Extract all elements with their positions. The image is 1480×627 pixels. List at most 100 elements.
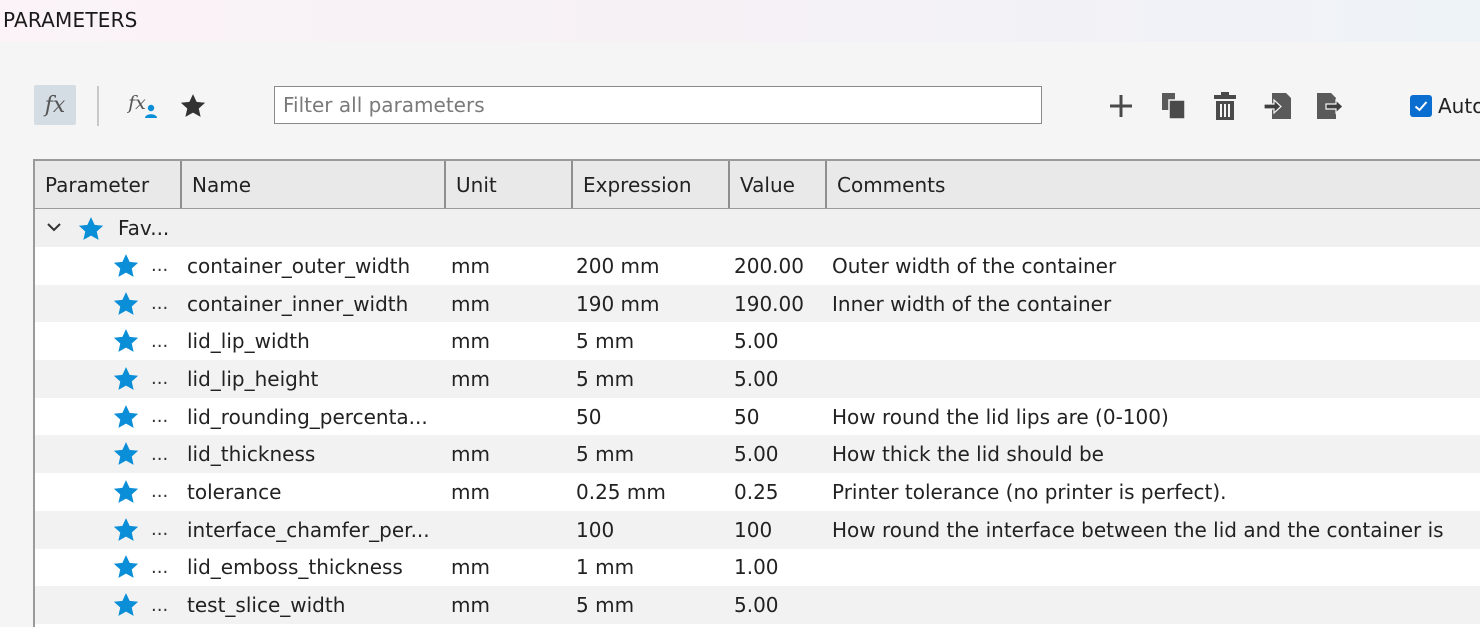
user-parameters-icon[interactable]: fx: [120, 86, 162, 126]
table-row[interactable]: ... container_outer_width mm 200 mm 200.00 Ou…: [35, 247, 1480, 285]
person-icon: [145, 104, 157, 118]
parameter-expression[interactable]: 100: [576, 511, 726, 549]
parameter-value: 190.00: [734, 291, 804, 316]
checkmark-icon: [1414, 101, 1428, 112]
table-row[interactable]: ... lid_thickness mm 5 mm 5.00 How thick the …: [35, 435, 1480, 474]
header-comments[interactable]: Comments: [827, 161, 1480, 208]
auto-checkbox[interactable]: [1410, 95, 1432, 117]
auto-label: Auto: [1438, 94, 1480, 118]
parameter-value: 5.00: [734, 593, 779, 618]
parameter-expression[interactable]: 200 mm: [576, 247, 726, 285]
favorites-group-row[interactable]: Fav...: [35, 209, 1480, 247]
parameter-name: test_slice_width: [187, 593, 346, 618]
header-value-label: Value: [740, 172, 795, 197]
parameter-expression[interactable]: 0.25 mm: [576, 473, 726, 511]
header-unit[interactable]: Unit: [446, 161, 573, 208]
parameter-comment[interactable]: How round the interface between the lid …: [832, 511, 1472, 549]
title-bar: PARAMETERS: [0, 0, 1480, 42]
filter-parameters-input[interactable]: [274, 86, 1042, 124]
group-label: Fav...: [118, 216, 170, 240]
row-menu-dots[interactable]: ...: [151, 322, 171, 360]
parameter-comment[interactable]: [832, 360, 1472, 398]
favorite-star-icon[interactable]: [109, 360, 143, 398]
parameter-value: 5.00: [734, 442, 779, 467]
parameter-name: container_outer_width: [187, 253, 411, 278]
toolbar-separator: [97, 86, 99, 126]
parameter-value: 5.00: [734, 366, 779, 391]
favorite-star-icon[interactable]: [109, 247, 143, 285]
delete-icon[interactable]: [1205, 86, 1245, 126]
parameter-name: interface_chamfer_per...: [187, 517, 430, 542]
header-parameter[interactable]: Parameter: [35, 161, 182, 208]
favorite-star-icon[interactable]: [109, 473, 143, 511]
parameter-comment[interactable]: Inner width of the container: [832, 285, 1472, 323]
parameters-table: Parameter Name Unit Expression Value Com…: [33, 159, 1480, 627]
parameter-comment[interactable]: [832, 586, 1472, 624]
row-menu-dots[interactable]: ...: [151, 247, 171, 285]
row-menu-dots[interactable]: ...: [151, 360, 171, 398]
import-icon[interactable]: [1258, 86, 1298, 126]
parameter-unit: mm: [451, 442, 490, 467]
header-name[interactable]: Name: [182, 161, 446, 208]
row-menu-dots[interactable]: ...: [151, 586, 171, 624]
parameter-expression[interactable]: 190 mm: [576, 285, 726, 323]
row-menu-dots[interactable]: ...: [151, 511, 171, 549]
parameter-value: 50: [734, 404, 760, 429]
row-menu-dots[interactable]: ...: [151, 549, 171, 587]
parameter-unit: mm: [451, 329, 490, 354]
table-row[interactable]: ... lid_emboss_thickness mm 1 mm 1.00: [35, 548, 1480, 587]
row-menu-dots[interactable]: ...: [151, 285, 171, 323]
table-row[interactable]: ... lid_rounding_percenta... 50 50 How round…: [35, 397, 1480, 436]
row-menu-dots[interactable]: ...: [151, 435, 171, 473]
parameter-expression[interactable]: 5 mm: [576, 586, 726, 624]
parameter-unit: [451, 398, 561, 436]
favorite-star-icon[interactable]: [109, 322, 143, 360]
parameter-comment[interactable]: Outer width of the container: [832, 247, 1472, 285]
copy-icon[interactable]: [1153, 86, 1193, 126]
auto-compute-toggle[interactable]: Auto: [1410, 94, 1480, 118]
table-row[interactable]: ... test_slice_width mm 5 mm 5.00: [35, 586, 1480, 624]
export-icon[interactable]: [1310, 86, 1350, 126]
header-unit-label: Unit: [456, 172, 497, 197]
parameter-comment[interactable]: [832, 549, 1472, 587]
table-row[interactable]: ... lid_lip_width mm 5 mm 5.00: [35, 322, 1480, 361]
row-menu-dots[interactable]: ...: [151, 473, 171, 511]
table-row[interactable]: ... interface_chamfer_per... 100 100 How rou…: [35, 510, 1480, 549]
parameter-expression[interactable]: 50: [576, 398, 726, 436]
parameter-comment[interactable]: Printer tolerance (no printer is perfect…: [832, 473, 1472, 511]
favorite-star-icon[interactable]: [109, 549, 143, 587]
parameter-value: 5.00: [734, 329, 779, 354]
parameter-name: lid_rounding_percenta...: [187, 404, 428, 429]
favorite-star-icon[interactable]: [109, 398, 143, 436]
parameter-unit: [451, 511, 561, 549]
parameter-expression[interactable]: 5 mm: [576, 360, 726, 398]
favorite-star-icon[interactable]: [109, 435, 143, 473]
add-icon[interactable]: [1101, 86, 1141, 126]
parameter-expression[interactable]: 5 mm: [576, 322, 726, 360]
favorite-star-icon[interactable]: [109, 586, 143, 624]
parameter-unit: mm: [451, 555, 490, 580]
parameter-name: container_inner_width: [187, 291, 409, 316]
table-row[interactable]: ... container_inner_width mm 190 mm 190.00 In…: [35, 284, 1480, 323]
header-value[interactable]: Value: [730, 161, 827, 208]
chevron-down-icon[interactable]: [46, 221, 62, 233]
fx-icon[interactable]: fx: [34, 85, 76, 125]
table-row[interactable]: ... lid_lip_height mm 5 mm 5.00: [35, 360, 1480, 398]
parameter-expression[interactable]: 1 mm: [576, 549, 726, 587]
table-row[interactable]: ... tolerance mm 0.25 mm 0.25 Printer toleran…: [35, 473, 1480, 511]
header-expression[interactable]: Expression: [573, 161, 730, 208]
parameter-value: 200.00: [734, 253, 804, 278]
favorites-star-icon[interactable]: [172, 86, 214, 126]
favorite-star-icon: [78, 217, 104, 240]
row-menu-dots[interactable]: ...: [151, 398, 171, 436]
favorite-star-icon[interactable]: [109, 285, 143, 323]
parameter-name: tolerance: [187, 479, 282, 504]
parameter-name: lid_lip_width: [187, 329, 310, 354]
parameter-expression[interactable]: 5 mm: [576, 435, 726, 473]
parameter-comment[interactable]: [832, 322, 1472, 360]
parameter-comment[interactable]: How round the lid lips are (0-100): [832, 398, 1472, 436]
parameter-unit: mm: [451, 593, 490, 618]
parameter-comment[interactable]: How thick the lid should be: [832, 435, 1472, 473]
favorite-star-icon[interactable]: [109, 511, 143, 549]
parameter-unit: mm: [451, 253, 490, 278]
